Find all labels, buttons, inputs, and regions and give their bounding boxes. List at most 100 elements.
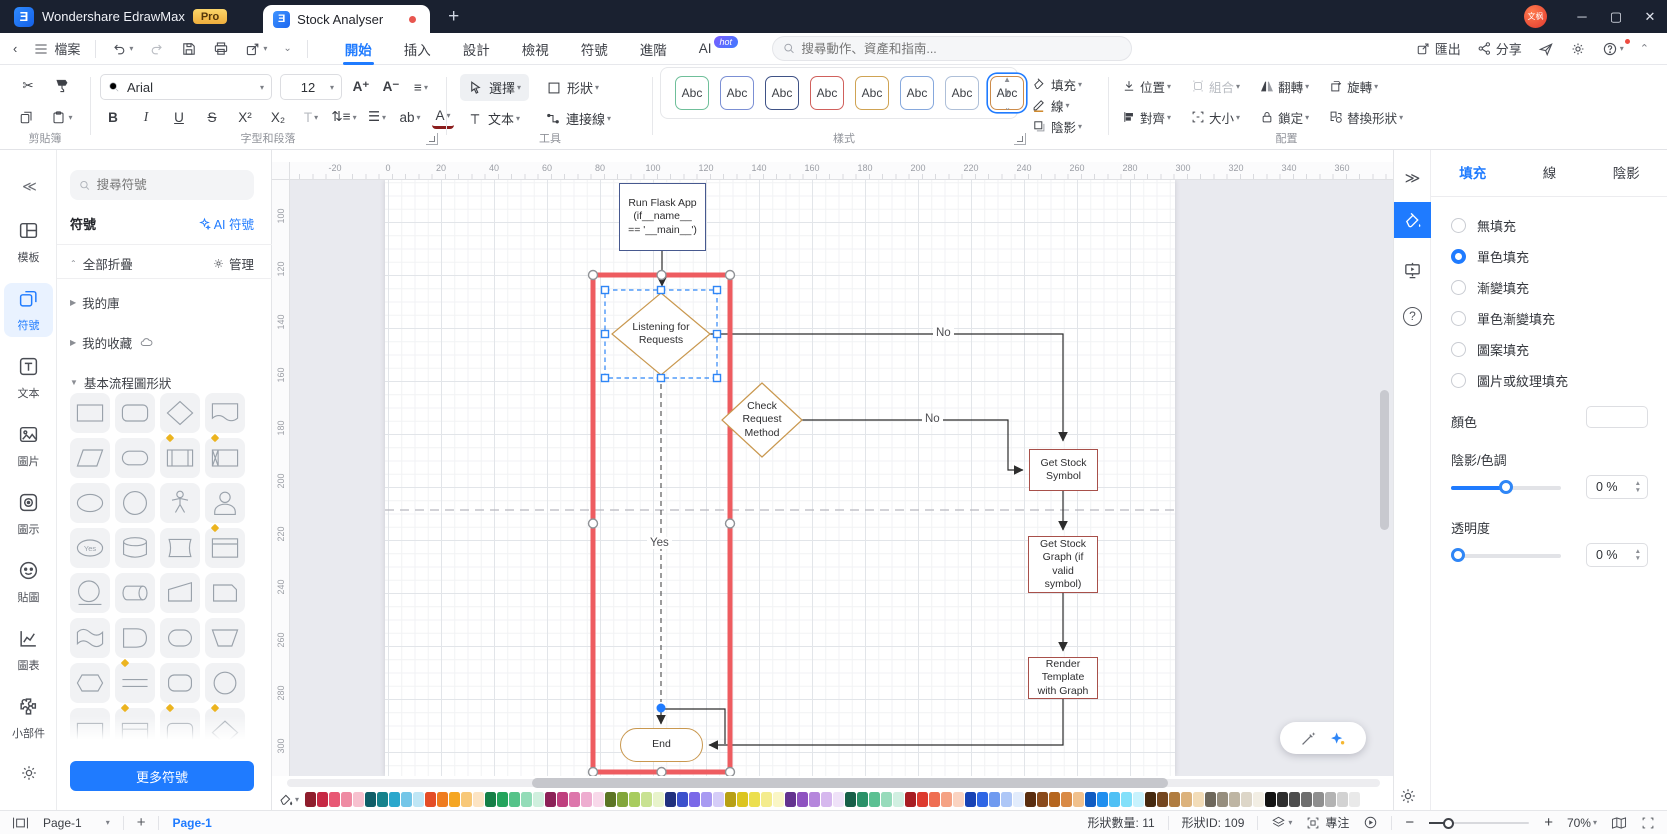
- global-search[interactable]: [772, 36, 1133, 61]
- rail-item-template[interactable]: 模板: [4, 215, 53, 269]
- palette-color[interactable]: [509, 792, 521, 807]
- rail-item-symbols[interactable]: 符號: [4, 283, 53, 337]
- shadow-tone-spinner[interactable]: 0 % ▲ ▼: [1586, 475, 1648, 499]
- align-objects-button[interactable]: 對齊 ▾: [1120, 105, 1173, 129]
- palette-color[interactable]: [317, 792, 329, 807]
- palette-color[interactable]: [641, 792, 653, 807]
- palette-color[interactable]: [1229, 792, 1241, 807]
- palette-color[interactable]: [905, 792, 917, 807]
- palette-color[interactable]: [1169, 792, 1181, 807]
- palette-color[interactable]: [521, 792, 533, 807]
- fill-panel-button[interactable]: [1394, 202, 1431, 238]
- section-basic-flowchart[interactable]: ▼ 基本流程圖形狀: [70, 373, 254, 392]
- palette-color[interactable]: [377, 792, 389, 807]
- color-swatch-button[interactable]: [1586, 406, 1648, 428]
- palette-color[interactable]: [1157, 792, 1169, 807]
- symbol-database[interactable]: [115, 528, 155, 568]
- close-button[interactable]: ✕: [1633, 0, 1667, 33]
- palette-color[interactable]: [953, 792, 965, 807]
- new-tab-button[interactable]: +: [448, 6, 459, 28]
- more-symbols-button[interactable]: 更多符號: [70, 761, 254, 791]
- collapse-all-button[interactable]: 全部折疊: [83, 254, 133, 273]
- palette-color[interactable]: [341, 792, 353, 807]
- rail-item-image[interactable]: 圖片: [4, 419, 53, 473]
- palette-color[interactable]: [1037, 792, 1049, 807]
- font-dialog-launcher[interactable]: [426, 133, 438, 145]
- palette-color[interactable]: [1301, 792, 1313, 807]
- style-swatch-5[interactable]: Abc: [855, 76, 889, 110]
- spin-down-icon[interactable]: ▼: [1635, 487, 1641, 494]
- symbol-double-line[interactable]: [115, 658, 155, 703]
- palette-bucket-button[interactable]: ▾: [278, 792, 299, 807]
- palette-color[interactable]: [941, 792, 953, 807]
- play-button[interactable]: [1363, 815, 1378, 830]
- palette-color[interactable]: [533, 792, 545, 807]
- format-painter-button[interactable]: [51, 74, 73, 98]
- fill-option-1[interactable]: 無填充: [1451, 210, 1651, 241]
- char-spacing-button[interactable]: ab ▾: [399, 105, 421, 129]
- align-button[interactable]: ≡ ▾: [410, 75, 432, 99]
- print-button[interactable]: [208, 36, 234, 62]
- rail-item-icons[interactable]: 圖示: [4, 487, 53, 541]
- publish-button[interactable]: [1533, 36, 1559, 62]
- spin-up-icon[interactable]: ▲: [1635, 548, 1641, 555]
- underline-button[interactable]: U: [168, 105, 190, 129]
- line-spacing-button[interactable]: ⇅≡ ▾: [331, 105, 356, 129]
- fit-screen-button[interactable]: [1641, 816, 1655, 830]
- edge-label-yes[interactable]: Yes: [647, 537, 672, 549]
- rail-item-sticker[interactable]: 貼圖: [4, 555, 53, 609]
- symbol-hexagon[interactable]: [70, 663, 110, 703]
- rotate-button[interactable]: 旋轉 ▾: [1327, 74, 1380, 98]
- text-tool-button[interactable]: 文本 ▾: [460, 105, 528, 132]
- symbol-circle-2[interactable]: [205, 663, 245, 703]
- palette-color[interactable]: [1277, 792, 1289, 807]
- toolbar-collapse-button[interactable]: ⌄: [278, 36, 296, 62]
- settings-button[interactable]: [1565, 36, 1591, 62]
- palette-color[interactable]: [569, 792, 581, 807]
- style-swatch-3[interactable]: Abc: [765, 76, 799, 110]
- symbol-round-rect[interactable]: [115, 393, 155, 433]
- palette-color[interactable]: [1193, 792, 1205, 807]
- palette-color[interactable]: [305, 792, 317, 807]
- palette-color[interactable]: [749, 792, 761, 807]
- app-tab[interactable]: Ǝ Wondershare EdrawMax Pro: [0, 0, 241, 33]
- palette-color[interactable]: [1013, 792, 1025, 807]
- palette-color[interactable]: [1097, 792, 1109, 807]
- symbol-diamond[interactable]: [160, 393, 200, 433]
- decrease-font-button[interactable]: A⁻: [380, 75, 402, 99]
- font-family-select[interactable]: Arial ▾: [100, 74, 272, 100]
- palette-color[interactable]: [461, 792, 473, 807]
- symbol-round-rect-2[interactable]: [160, 663, 200, 703]
- palette-color[interactable]: [881, 792, 893, 807]
- section-my-favorites[interactable]: ▶ 我的收藏: [70, 333, 254, 352]
- node-listening-label[interactable]: Listening for Requests: [610, 321, 712, 348]
- palette-color[interactable]: [1145, 792, 1157, 807]
- palette-color[interactable]: [677, 792, 689, 807]
- palette-color[interactable]: [1217, 792, 1229, 807]
- layers-button[interactable]: ▾: [1271, 815, 1292, 830]
- format-tab-填充[interactable]: 填充: [1459, 162, 1486, 182]
- symbol-search-input[interactable]: [96, 178, 245, 192]
- palette-color[interactable]: [1265, 792, 1277, 807]
- symbol-ellipse[interactable]: [70, 483, 110, 523]
- palette-color[interactable]: [1337, 792, 1349, 807]
- palette-color[interactable]: [713, 792, 725, 807]
- page-selector[interactable]: Page-1 ▾: [43, 816, 110, 830]
- symbol-titled-rect[interactable]: [205, 523, 245, 568]
- symbol-trapezoid-r[interactable]: [160, 573, 200, 613]
- shadow-tone-slider[interactable]: [1451, 480, 1561, 494]
- symbol-circle[interactable]: [115, 483, 155, 523]
- group-button[interactable]: 組合 ▾: [1189, 74, 1242, 98]
- subscript-button[interactable]: X₂: [267, 105, 289, 129]
- manage-button[interactable]: 管理: [212, 254, 254, 273]
- palette-color[interactable]: [833, 792, 845, 807]
- palette-color[interactable]: [353, 792, 365, 807]
- size-button[interactable]: 大小 ▾: [1189, 105, 1242, 129]
- canvas-area[interactable]: Run Flask App (if__name__ == '__main__')…: [272, 150, 1393, 776]
- style-dialog-launcher[interactable]: [1014, 133, 1026, 145]
- palette-color[interactable]: [1121, 792, 1133, 807]
- help-panel-button[interactable]: ?: [1394, 298, 1431, 334]
- format-tab-線[interactable]: 線: [1543, 162, 1557, 182]
- strikethrough-button[interactable]: S: [201, 105, 223, 129]
- symbol-d-shape[interactable]: [115, 618, 155, 658]
